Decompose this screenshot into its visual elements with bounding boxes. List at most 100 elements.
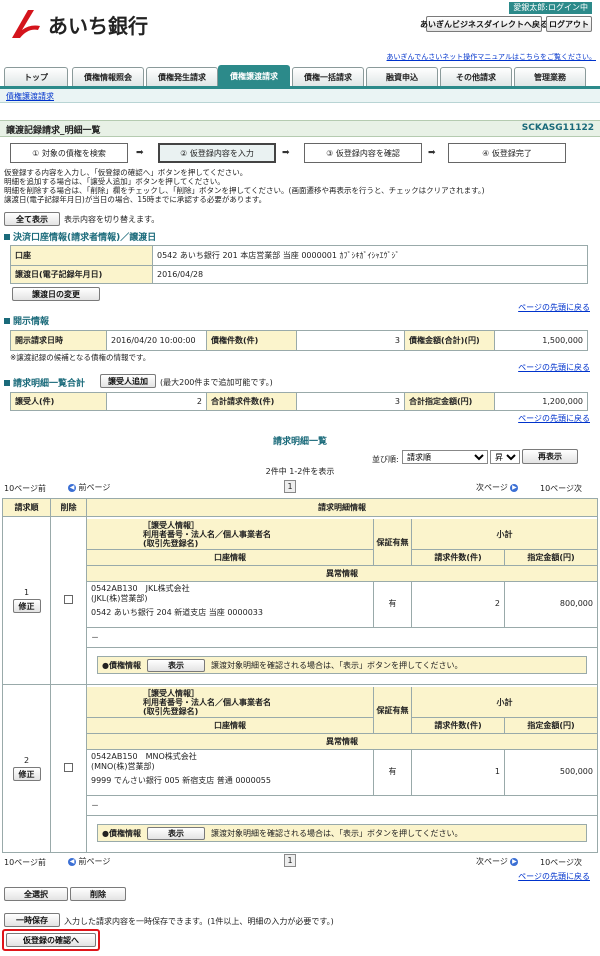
disclosure-note: ※譲渡記録の候補となる債権の情報です。 <box>10 353 151 362</box>
total-amount-label: 合計指定金額(円) <box>404 392 495 411</box>
bank-logo: あいち銀行 <box>8 4 188 44</box>
disclosure-datetime-label: 開示請求日時 <box>10 330 107 351</box>
row-name: 0542AB130 JKL株式会社 <box>91 584 190 593</box>
step-arrow-icon: ➡ <box>136 148 144 158</box>
row-account: 0542 あいち銀行 204 新道支店 当座 0000033 <box>91 608 263 617</box>
change-date-button[interactable]: 譲渡日の変更 <box>12 287 100 301</box>
date-label: 譲渡日(電子記録年月日) <box>10 265 153 284</box>
error-header: 異常情報 <box>87 566 597 582</box>
step-2: ② 仮登録内容を入力 <box>158 143 276 163</box>
summary-table: 譲受人(件) 2 合計請求件数(件) 3 合計指定金額(円) 1,200,000 <box>10 392 588 411</box>
transferee-header: ［譲受人情報］ 利用者番号・法人名／個人事業者名 (取引先登録名) <box>87 519 373 550</box>
account-value: 0542 あいち銀行 201 本店営業部 当座 0000001 ｶﾌﾞｼｷｶﾞｲ… <box>152 245 588 266</box>
row-guarantee: 有 <box>373 582 411 627</box>
disclosure-amount-label: 債権金額(合計)(円) <box>404 330 495 351</box>
account-label: 口座 <box>10 245 153 266</box>
temp-save-note: 入力した請求内容を一時保存できます。(1件以上、明細の入力が必要です。) <box>64 917 334 926</box>
logout-button[interactable]: ログアウト <box>546 16 592 32</box>
user-status: 愛銀太郎:ログイン中 <box>509 2 592 14</box>
redisplay-button[interactable]: 再表示 <box>522 449 578 464</box>
disclosure-count-value: 3 <box>296 330 405 351</box>
pager-prev: ◀ 前ページ <box>68 483 111 492</box>
square-icon <box>4 233 10 240</box>
summary-section-title: 請求明細一覧合計 <box>4 376 85 389</box>
tab-debt-transfer[interactable]: 債権譲渡請求 <box>218 65 290 86</box>
row-count: 2 <box>411 582 504 627</box>
square-icon <box>4 317 10 324</box>
detail-cell: ［譲受人情報］ 利用者番号・法人名／個人事業者名 (取引先登録名) 口座情報 保… <box>86 516 598 685</box>
delete-cell <box>50 516 87 685</box>
pager-next: 次ページ ▶ <box>476 483 519 492</box>
add-transferee-button[interactable]: 譲受人追加 <box>100 374 156 388</box>
add-transferee-note: (最大200件まで追加可能です。) <box>160 378 273 387</box>
tab-top[interactable]: トップ <box>4 67 68 86</box>
row-error: － <box>87 628 597 648</box>
row-amount: 500,000 <box>504 750 597 795</box>
detail-cell: ［譲受人情報］ 利用者番号・法人名／個人事業者名 (取引先登録名) 口座情報 保… <box>86 684 598 853</box>
subtotal-header: 小計 <box>412 687 597 718</box>
tab-debt-inquiry[interactable]: 債権情報照会 <box>72 67 144 86</box>
delete-button[interactable]: 削除 <box>70 887 126 901</box>
prev-arrow-icon: ◀ <box>68 483 76 492</box>
disclosure-datetime-value: 2016/04/20 10:00:00 <box>106 330 207 351</box>
total-count-value: 3 <box>296 392 405 411</box>
manual-link[interactable]: あいぎんでんさいネット操作マニュアルはこちらをご覧ください。 <box>387 52 596 62</box>
sort-select[interactable]: 請求順 <box>402 450 488 464</box>
order-select[interactable]: 昇順 <box>490 450 520 464</box>
page-top-link[interactable]: ページの先頭に戻る <box>518 871 590 882</box>
row-error: － <box>87 796 597 816</box>
breadcrumb[interactable]: 債権譲渡請求 <box>6 91 54 102</box>
tab-other-request[interactable]: その他請求 <box>440 67 512 86</box>
square-icon <box>4 379 10 386</box>
direct-button[interactable]: あいぎんビジネスダイレクトへ戻る <box>420 16 548 32</box>
tab-management[interactable]: 管理業務 <box>514 67 586 86</box>
next-arrow-icon: ▶ <box>510 857 519 866</box>
table-row: 1 修正 <box>2 516 51 685</box>
page-top-link[interactable]: ページの先頭に戻る <box>518 302 590 313</box>
table-row: 2 修正 <box>2 684 51 853</box>
confirm-button[interactable]: 仮登録の確認へ <box>6 933 96 947</box>
pager-page: 1 <box>284 854 296 867</box>
settlement-table: 口座 0542 あいち銀行 201 本店営業部 当座 0000001 ｶﾌﾞｼｷｶ… <box>10 245 588 284</box>
col-delete: 削除 <box>50 498 87 517</box>
instructions: 仮登録する内容を入力し、「仮登録の確認へ」ボタンを押してください。 明細を追加す… <box>4 168 485 204</box>
list-title: 請求明細一覧 <box>272 437 327 447</box>
show-all-button[interactable]: 全て表示 <box>4 212 60 226</box>
tab-financing[interactable]: 融資申込 <box>366 67 438 86</box>
row-guarantee: 有 <box>373 750 411 795</box>
pager-prev10: 10ページ前 <box>4 484 47 493</box>
instruction-line: 明細を削除する場合は、「削除」欄をチェックし、「削除」ボタンを押してください。(… <box>4 186 485 195</box>
transferee-count-label: 譲受人(件) <box>10 392 107 411</box>
page-top-link[interactable]: ページの先頭に戻る <box>518 362 590 373</box>
show-debt-button[interactable]: 表示 <box>146 826 205 840</box>
amount-header: 指定金額(円) <box>505 550 597 565</box>
screen-id: SCKASG11122 <box>521 123 594 133</box>
error-header: 異常情報 <box>87 734 597 750</box>
show-debt-button[interactable]: 表示 <box>146 658 205 672</box>
detail-table: 請求順 削除 請求明細情報 1 修正 ［譲受人情報］ 利用者番号・法人名／個人事… <box>2 498 598 853</box>
pager-next: 次ページ ▶ <box>476 857 519 866</box>
row-count: 1 <box>411 750 504 795</box>
sub-nav-bar <box>0 89 600 103</box>
list-count: 2件中 1-2件を表示 <box>265 467 335 476</box>
tab-debt-issue[interactable]: 債権発生請求 <box>146 67 218 86</box>
modify-button[interactable]: 修正 <box>12 767 41 781</box>
tab-bulk-request[interactable]: 債権一括請求 <box>292 67 364 86</box>
select-all-button[interactable]: 全選択 <box>4 887 68 901</box>
step-arrow-icon: ➡ <box>428 148 436 158</box>
row-order: 2 <box>23 756 30 765</box>
delete-checkbox[interactable] <box>64 595 73 604</box>
debt-note: 譲渡対象明細を確認される場合は、「表示」ボタンを押してください。 <box>210 660 463 670</box>
temp-save-button[interactable]: 一時保存 <box>4 913 60 927</box>
settlement-section-title: 決済口座情報(請求者情報)／譲渡日 <box>4 230 156 243</box>
show-all-note: 表示内容を切り替えます。 <box>64 215 160 224</box>
step-3: ③ 仮登録内容を確認 <box>304 143 422 163</box>
page-top-link[interactable]: ページの先頭に戻る <box>518 413 590 424</box>
account-header: 口座情報 <box>87 550 373 566</box>
guarantee-header: 保証有無 <box>373 687 411 734</box>
debt-note: 譲渡対象明細を確認される場合は、「表示」ボタンを押してください。 <box>210 828 463 838</box>
disclosure-section-title: 開示情報 <box>4 314 49 327</box>
modify-button[interactable]: 修正 <box>12 599 41 613</box>
delete-checkbox[interactable] <box>64 763 73 772</box>
debt-label: ●債権情報 <box>102 660 141 670</box>
